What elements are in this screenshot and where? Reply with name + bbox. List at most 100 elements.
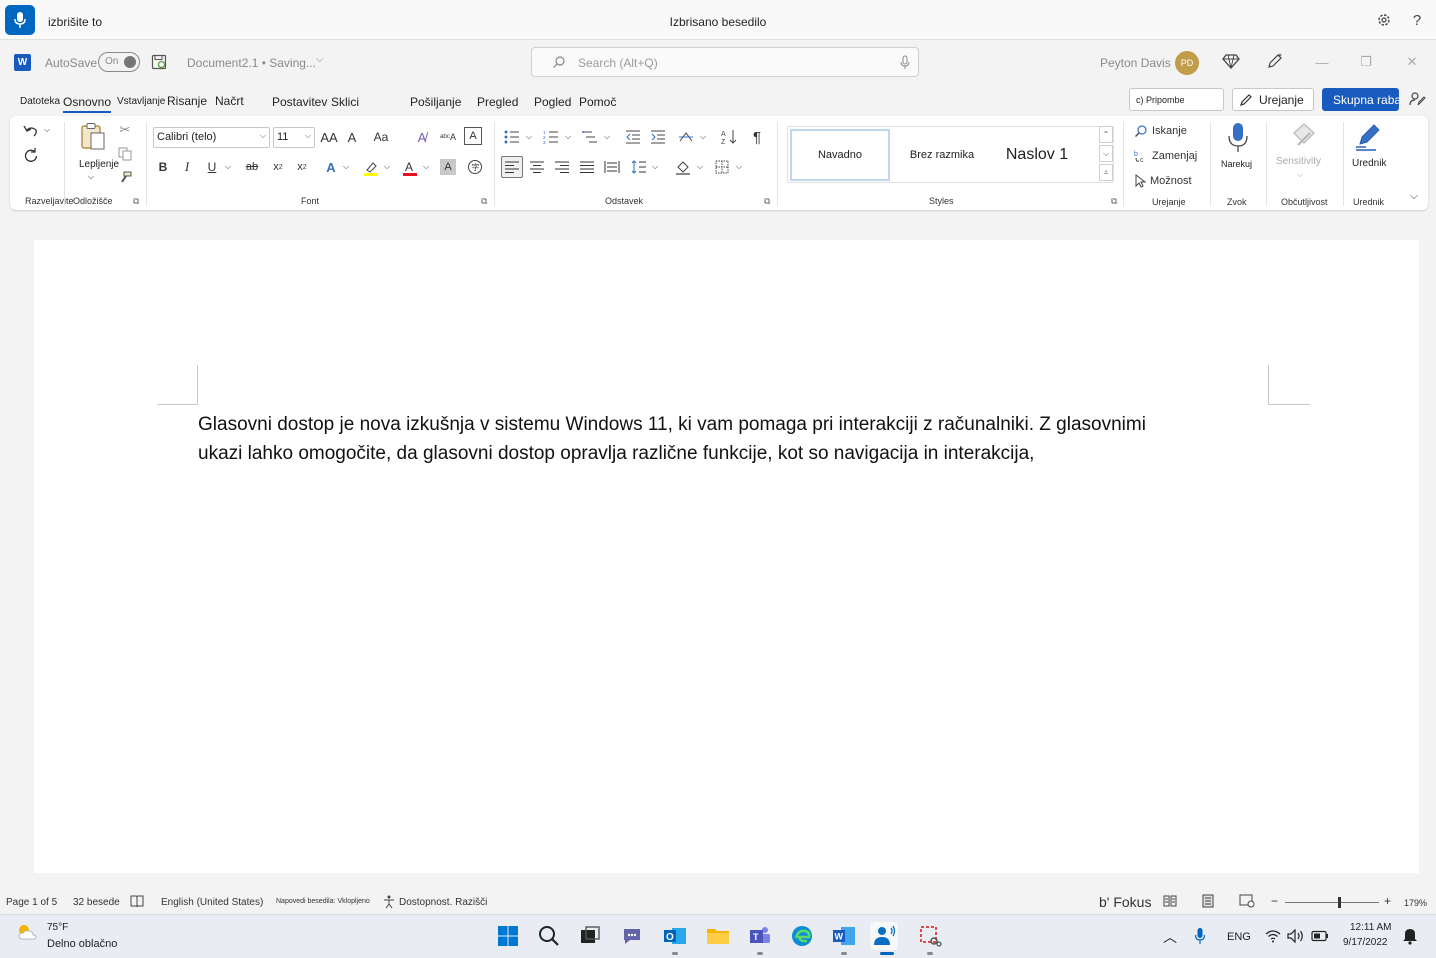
show-formatting-button[interactable]: ¶ bbox=[747, 127, 767, 147]
comments-button[interactable]: c) Pripombe bbox=[1129, 88, 1224, 111]
taskbar-file-explorer[interactable] bbox=[704, 922, 732, 950]
task-view-button[interactable] bbox=[576, 922, 604, 950]
document-name[interactable]: Document2.1 • Saving... bbox=[187, 56, 316, 70]
taskbar-chat-button[interactable] bbox=[618, 922, 646, 950]
shading-dropdown[interactable]: ⌵ bbox=[695, 159, 705, 175]
multilevel-list-button[interactable] bbox=[580, 127, 600, 147]
redo-button[interactable] bbox=[20, 144, 42, 166]
font-name-dropdown[interactable]: Calibri (telo) ⌵ bbox=[153, 127, 270, 148]
decrease-indent-button[interactable] bbox=[623, 127, 643, 147]
battery-button[interactable] bbox=[1311, 930, 1329, 942]
highlight-dropdown[interactable]: ⌵ bbox=[382, 159, 392, 175]
character-shading-button[interactable]: A bbox=[440, 159, 456, 175]
voice-mic-button[interactable] bbox=[5, 5, 35, 35]
chevron-up-icon[interactable]: ︿ bbox=[1163, 927, 1177, 947]
voice-settings-button[interactable] bbox=[1374, 10, 1394, 30]
grow-font-button[interactable]: AA bbox=[318, 127, 340, 147]
editing-mode-button[interactable]: Urejanje bbox=[1232, 88, 1314, 111]
font-color-button[interactable]: A bbox=[399, 157, 421, 179]
tab-design[interactable]: Načrt bbox=[215, 94, 244, 108]
tab-review[interactable]: Pregled bbox=[477, 95, 518, 109]
zoom-level[interactable]: 179% bbox=[1404, 898, 1427, 908]
text-effects-button[interactable]: A bbox=[320, 157, 342, 177]
wifi-button[interactable] bbox=[1265, 929, 1281, 943]
clock-date[interactable]: 9/17/2022 bbox=[1343, 937, 1388, 948]
change-case-button[interactable]: Aa bbox=[370, 127, 392, 147]
sort-button[interactable]: AZ bbox=[719, 127, 739, 147]
bullets-button[interactable] bbox=[502, 127, 522, 147]
document-body[interactable]: Glasovni dostop je nova izkušnja v siste… bbox=[198, 410, 1238, 468]
taskbar-voice-access[interactable] bbox=[870, 922, 898, 950]
justify-button[interactable] bbox=[577, 157, 597, 177]
select-button[interactable]: Možnost bbox=[1134, 171, 1200, 191]
copy-button[interactable] bbox=[116, 145, 134, 163]
taskbar-snipping-tool[interactable] bbox=[916, 922, 944, 950]
underline-button[interactable]: U bbox=[203, 157, 221, 177]
weather-widget[interactable] bbox=[14, 921, 40, 943]
premium-button[interactable] bbox=[1222, 52, 1242, 72]
chevron-down-icon[interactable]: ⌵ bbox=[1297, 170, 1303, 180]
chevron-down-icon[interactable]: ⌵ bbox=[316, 54, 324, 65]
dialog-launcher-icon[interactable]: ⧉ bbox=[764, 196, 770, 207]
highlight-button[interactable] bbox=[360, 157, 382, 179]
coauthor-button[interactable] bbox=[1408, 90, 1428, 110]
font-size-dropdown[interactable]: 11 ⌵ bbox=[273, 127, 315, 148]
numbering-button[interactable]: 123 bbox=[541, 127, 561, 147]
multilevel-dropdown[interactable]: ⌵ bbox=[602, 129, 612, 145]
chevron-down-icon[interactable]: ⌵ bbox=[88, 172, 94, 182]
dictate-button[interactable] bbox=[1223, 120, 1253, 156]
phonetic-guide-button[interactable]: ᵃᵇᶜA bbox=[438, 127, 458, 147]
web-layout-icon[interactable] bbox=[1239, 894, 1255, 911]
tab-layout[interactable]: Postavitev bbox=[272, 95, 327, 109]
tab-home[interactable]: Osnovno bbox=[63, 95, 112, 113]
find-button[interactable]: Iskanje bbox=[1134, 121, 1200, 141]
subscript-button[interactable]: x2 bbox=[269, 157, 287, 177]
restore-button[interactable]: ❐ bbox=[1356, 52, 1376, 72]
tray-microphone[interactable] bbox=[1194, 927, 1208, 945]
tab-file[interactable]: Datoteka bbox=[20, 96, 60, 107]
paste-button[interactable] bbox=[76, 121, 110, 153]
taskbar-outlook[interactable]: O bbox=[661, 922, 689, 950]
clock-time[interactable]: 12:11 AM bbox=[1350, 922, 1392, 933]
zoom-in-button[interactable]: + bbox=[1384, 894, 1391, 908]
underline-dropdown[interactable]: ⌵ bbox=[223, 159, 233, 175]
align-center-button[interactable] bbox=[527, 157, 547, 177]
taskbar-word[interactable]: W bbox=[830, 922, 858, 950]
borders-dropdown[interactable]: ⌵ bbox=[734, 159, 744, 175]
volume-button[interactable] bbox=[1287, 928, 1305, 944]
cut-button[interactable]: ✂ bbox=[116, 121, 134, 139]
voice-help-button[interactable]: ? bbox=[1407, 10, 1427, 30]
proofing-icon[interactable] bbox=[130, 894, 144, 911]
dialog-launcher-icon[interactable]: ⧉ bbox=[1111, 196, 1117, 207]
microphone-icon[interactable] bbox=[900, 55, 910, 70]
editor-button[interactable] bbox=[1353, 120, 1383, 154]
tab-mailings[interactable]: Pošiljanje bbox=[410, 95, 461, 109]
character-border-button[interactable]: A bbox=[464, 127, 482, 145]
sensitivity-button[interactable] bbox=[1288, 120, 1318, 154]
save-button[interactable] bbox=[151, 54, 168, 71]
share-button[interactable]: Skupna raba bbox=[1322, 88, 1399, 111]
styles-scroll-down[interactable]: ⌵ bbox=[1099, 145, 1113, 162]
format-painter-button[interactable] bbox=[116, 169, 134, 187]
user-name[interactable]: Peyton Davis bbox=[1100, 56, 1171, 70]
asian-layout-button[interactable] bbox=[676, 127, 696, 147]
replace-button[interactable]: bc Zamenjaj bbox=[1134, 146, 1200, 166]
zoom-out-button[interactable]: − bbox=[1271, 894, 1278, 908]
zoom-slider-thumb[interactable] bbox=[1338, 897, 1341, 908]
clear-formatting-button[interactable]: A̸ bbox=[412, 127, 432, 147]
search-box[interactable]: Search (Alt+Q) bbox=[531, 47, 919, 77]
print-layout-icon[interactable] bbox=[1201, 894, 1215, 911]
taskbar-teams[interactable]: T bbox=[746, 922, 774, 950]
read-mode-icon[interactable] bbox=[1163, 894, 1177, 911]
shrink-font-button[interactable]: A bbox=[343, 127, 361, 147]
minimize-button[interactable]: — bbox=[1312, 52, 1332, 72]
strikethrough-button[interactable]: ab bbox=[241, 157, 263, 177]
increase-indent-button[interactable] bbox=[648, 127, 668, 147]
language-status[interactable]: English (United States) bbox=[161, 897, 263, 908]
ribbon-collapse-button[interactable]: ⌵ bbox=[1406, 188, 1422, 204]
style-normal[interactable]: Navadno bbox=[790, 129, 890, 181]
numbering-dropdown[interactable]: ⌵ bbox=[563, 129, 573, 145]
align-right-button[interactable] bbox=[552, 157, 572, 177]
text-predictions-status[interactable]: Napovedi besedila: Vklopljeno bbox=[276, 898, 370, 905]
distributed-button[interactable] bbox=[602, 157, 622, 177]
